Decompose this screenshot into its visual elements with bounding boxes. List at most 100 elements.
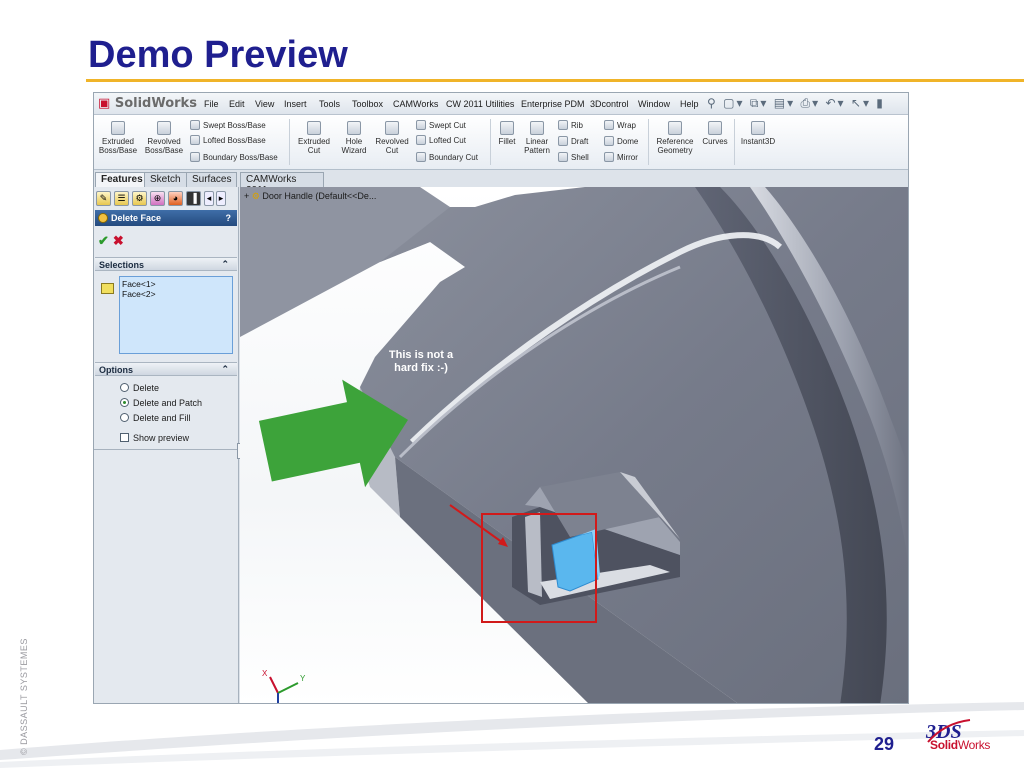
radio-button[interactable]	[120, 383, 129, 392]
logo-text-rest: Works	[957, 738, 991, 752]
menu-edit[interactable]: Edit	[229, 99, 245, 109]
rib-button[interactable]: Rib	[558, 120, 583, 131]
graphics-area[interactable]: This is not a hard fix :-) + ⚙ Door Hand…	[240, 187, 908, 703]
configuration-manager-icon[interactable]: ⚙	[132, 191, 147, 206]
open-icon[interactable]: ⧉	[750, 96, 761, 110]
radio-button-selected[interactable]	[120, 398, 129, 407]
menu-window[interactable]: Window	[638, 99, 670, 109]
view-orientation-icon[interactable]: ◧	[600, 187, 609, 189]
help-button[interactable]: ?	[226, 213, 232, 223]
feature-tree-flyout[interactable]: + ⚙ Door Handle (Default<<De...	[244, 191, 376, 202]
draft-icon	[558, 136, 568, 146]
lofted-cut-button[interactable]: Lofted Cut	[416, 135, 466, 146]
selections-group-header[interactable]: Selections ⌃	[95, 257, 237, 271]
menu-tools[interactable]: Tools	[319, 99, 340, 109]
swept-icon	[190, 120, 200, 130]
undo-icon[interactable]: ↶	[825, 96, 837, 110]
select-icon[interactable]: ↖	[851, 96, 863, 110]
menu-file[interactable]: File	[204, 99, 219, 109]
save-icon[interactable]: ▤	[774, 96, 787, 110]
display-manager-icon[interactable]: ◕	[168, 191, 183, 206]
ribbon-separator	[289, 119, 290, 165]
shell-button[interactable]: Shell	[558, 152, 589, 163]
option-delete-and-fill[interactable]: Delete and Fill	[120, 413, 191, 423]
option-delete[interactable]: Delete	[120, 383, 159, 393]
tab-features[interactable]: Features	[95, 172, 149, 187]
collapse-chevron-icon[interactable]: ⌃	[221, 259, 229, 270]
menu-view[interactable]: View	[255, 99, 274, 109]
checkbox[interactable]	[120, 433, 129, 442]
list-item[interactable]: Face<2>	[122, 289, 230, 299]
tab-camworks[interactable]: CAMWorks 2011	[240, 172, 324, 196]
ok-check-icon[interactable]: ✔	[98, 233, 109, 248]
callout-text: This is not a hard fix :-)	[388, 349, 454, 374]
cancel-x-icon[interactable]: ✖	[113, 233, 124, 248]
revolved-cut-button[interactable]: Revolved Cut	[372, 121, 412, 155]
extruded-boss-button[interactable]: Extruded Boss/Base	[98, 121, 138, 155]
swept-cut-label: Swept Cut	[429, 121, 466, 130]
menu-enterprise-pdm[interactable]: Enterprise PDM	[521, 99, 585, 109]
tab-surfaces[interactable]: Surfaces	[186, 172, 238, 187]
new-document-icon[interactable]: ▢	[723, 96, 736, 110]
linear-pattern-label: Linear Pattern	[524, 137, 550, 155]
boundary-boss-button[interactable]: Boundary Boss/Base	[190, 152, 278, 163]
swept-cut-button[interactable]: Swept Cut	[416, 120, 466, 131]
apply-scene-icon[interactable]: ▲	[652, 187, 664, 189]
options-group-header[interactable]: Options ⌃	[95, 362, 237, 376]
more-tabs-icon[interactable]: ▐	[186, 191, 201, 206]
instant3d-button[interactable]: Instant3D	[738, 121, 778, 146]
fillet-label: Fillet	[498, 137, 516, 146]
face-selection-icon	[101, 283, 114, 294]
edit-appearance-icon[interactable]: ●	[641, 187, 649, 189]
menu-cw-utilities[interactable]: CW 2011 Utilities	[446, 99, 514, 109]
wrap-button[interactable]: Wrap	[604, 120, 636, 131]
option-delete-and-patch[interactable]: Delete and Patch	[120, 398, 202, 408]
property-manager-icon[interactable]: ☰	[114, 191, 129, 206]
collapse-chevron-icon[interactable]: ⌃	[221, 364, 229, 375]
menu-camworks[interactable]: CAMWorks	[393, 99, 438, 109]
dimxpert-icon[interactable]: ⊕	[150, 191, 165, 206]
hole-wizard-button[interactable]: Hole Wizard	[334, 121, 374, 155]
section-view-icon[interactable]: ▥	[587, 187, 596, 189]
tab-sketch[interactable]: Sketch	[144, 172, 187, 187]
lofted-boss-button[interactable]: Lofted Boss/Base	[190, 135, 266, 146]
revolved-boss-button[interactable]: Revolved Boss/Base	[144, 121, 184, 155]
display-style-icon[interactable]: ◨	[614, 187, 623, 189]
view-settings-icon[interactable]: ▣	[668, 187, 677, 189]
extruded-cut-label: Extruded Cut	[297, 137, 331, 155]
list-item[interactable]: Face<1>	[122, 279, 230, 289]
curves-icon	[708, 121, 722, 135]
rebuild-icon[interactable]: ▮	[876, 96, 885, 110]
slide-swoosh	[0, 702, 1024, 768]
mirror-button[interactable]: Mirror	[604, 152, 638, 163]
extruded-cut-button[interactable]: Extruded Cut	[294, 121, 334, 155]
menu-help[interactable]: Help	[680, 99, 699, 109]
pin-icon[interactable]: ⚲	[707, 96, 718, 110]
feature-manager-icon[interactable]: ✎	[96, 191, 111, 206]
boundary-cut-button[interactable]: Boundary Cut	[416, 152, 478, 163]
linear-pattern-button[interactable]: Linear Pattern	[520, 121, 554, 155]
previous-view-icon[interactable]: ↺	[572, 187, 582, 189]
scroll-left-icon[interactable]: ◂	[204, 191, 214, 206]
expand-icon[interactable]: +	[244, 191, 249, 201]
zoom-to-area-icon[interactable]: ⌕	[561, 187, 568, 189]
hide-show-icon[interactable]: ◩	[627, 187, 636, 189]
show-preview-checkbox[interactable]: Show preview	[120, 433, 189, 443]
app-logo[interactable]: ▣ SolidWorks	[98, 96, 197, 111]
reference-geometry-button[interactable]: Reference Geometry	[652, 121, 698, 155]
menu-3dcontrol[interactable]: 3Dcontrol	[590, 99, 629, 109]
draft-button[interactable]: Draft	[558, 136, 588, 147]
face-selection-list[interactable]: Face<1> Face<2>	[119, 276, 233, 354]
curves-button[interactable]: Curves	[700, 121, 730, 146]
menu-insert[interactable]: Insert	[284, 99, 307, 109]
radio-button[interactable]	[120, 413, 129, 422]
ribbon-separator	[648, 119, 649, 165]
dome-button[interactable]: Dome	[604, 136, 638, 147]
scroll-right-icon[interactable]: ▸	[216, 191, 226, 206]
hole-wizard-label: Hole Wizard	[341, 137, 367, 155]
print-icon[interactable]: ⎙	[800, 96, 812, 110]
zoom-to-fit-icon[interactable]: ⌕	[550, 187, 557, 189]
swept-boss-button[interactable]: Swept Boss/Base	[190, 120, 266, 131]
fillet-button[interactable]: Fillet	[494, 121, 520, 146]
menu-toolbox[interactable]: Toolbox	[352, 99, 383, 109]
